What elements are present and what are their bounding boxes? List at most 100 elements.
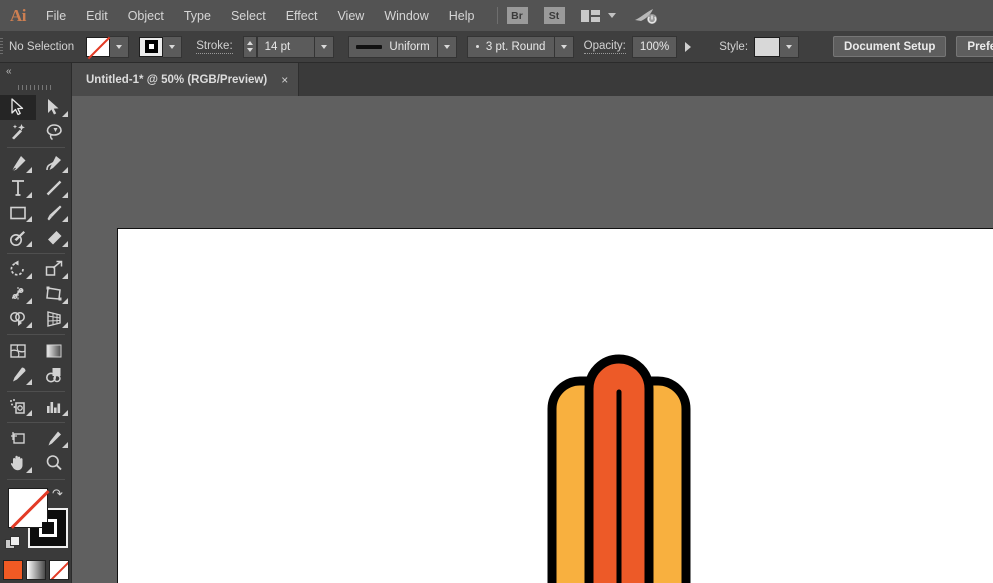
style-dropdown[interactable] [780,36,799,58]
stroke-profile-control: Uniform [348,36,457,58]
scale-tool[interactable] [36,257,72,282]
stock-rocket-icon[interactable] [634,7,658,25]
eraser-tool[interactable] [36,225,72,250]
control-bar: No Selection Stroke: 14 pt Uniform [0,31,993,63]
chevron-down-icon [608,13,616,18]
hot-dog-illustration[interactable] [544,354,694,583]
menu-edit[interactable]: Edit [76,0,118,31]
toolbar-divider-3 [7,334,65,335]
lasso-tool[interactable] [36,120,72,145]
fill-control [86,36,129,58]
preferences-button[interactable]: Preferences [956,36,993,57]
width-tool[interactable] [0,282,36,307]
eyedropper-tool[interactable] [0,363,36,388]
menu-window[interactable]: Window [374,0,438,31]
flyout-indicator-icon [62,298,68,304]
flyout-indicator-icon [62,111,68,117]
selection-status: No Selection [9,41,74,53]
tool-group-symbols [0,395,72,420]
double-chevron-left-icon-toolbar: « [6,66,10,77]
shaper-tool[interactable] [0,225,36,250]
stroke-profile-dropdown[interactable] [438,36,457,58]
zoom-tool[interactable] [36,451,72,476]
blend-tool[interactable] [36,363,72,388]
paintbrush-tool[interactable] [36,201,72,226]
rotate-tool[interactable] [0,257,36,282]
menu-object[interactable]: Object [118,0,174,31]
flyout-indicator-icon [62,322,68,328]
curvature-tool[interactable] [36,151,72,176]
stroke-weight-label[interactable]: Stroke: [196,40,232,54]
menu-view[interactable]: View [327,0,374,31]
flyout-indicator-icon [26,241,32,247]
menu-help[interactable]: Help [439,0,485,31]
brush-definition-label: 3 pt. Round [486,41,545,53]
stroke-weight-input[interactable]: 14 pt [257,36,315,58]
bridge-button[interactable]: Br [507,7,528,24]
paint-mode-row [0,560,71,580]
menu-type[interactable]: Type [174,0,221,31]
menu-file[interactable]: File [36,0,76,31]
flyout-indicator-icon [26,467,32,473]
menu-effect[interactable]: Effect [276,0,328,31]
line-segment-tool[interactable] [36,176,72,201]
artboard[interactable] [117,228,993,583]
swap-fill-stroke-icon[interactable]: ↷ [52,486,68,502]
brush-definition-select[interactable]: 3 pt. Round [467,36,555,58]
control-bar-grip[interactable] [0,31,3,63]
gradient-mode-button[interactable] [26,560,46,580]
brush-definition-dropdown[interactable] [555,36,574,58]
document-setup-button[interactable]: Document Setup [833,36,946,57]
graphic-style-control [754,36,799,58]
mesh-tool[interactable] [0,338,36,363]
stroke-profile-select[interactable]: Uniform [348,36,438,58]
stroke-swatch[interactable] [139,37,163,57]
pen-tool[interactable] [0,151,36,176]
illustrator-window: Ai File Edit Object Type Select Effect V… [0,0,993,583]
hand-tool[interactable] [0,451,36,476]
perspective-grid-tool[interactable] [36,307,72,332]
opacity-expand-icon[interactable] [685,42,691,52]
toolbar-grip[interactable] [0,79,71,95]
flyout-indicator-icon [26,410,32,416]
rectangle-tool[interactable] [0,201,36,226]
opacity-input[interactable]: 100% [632,36,677,58]
symbol-sprayer-tool[interactable] [0,395,36,420]
document-tab-title: Untitled-1* @ 50% (RGB/Preview) [86,74,267,86]
stroke-dropdown[interactable] [163,36,182,58]
artboard-tool[interactable] [0,426,36,451]
opacity-label[interactable]: Opacity: [584,40,626,54]
gradient-tool[interactable] [36,338,72,363]
canvas-area[interactable] [72,96,993,583]
style-label: Style: [719,41,748,53]
shape-builder-tool[interactable] [0,307,36,332]
free-transform-tool[interactable] [36,282,72,307]
arrange-documents-icon[interactable] [581,10,616,22]
toolbar-collapse-button[interactable]: « [0,63,71,79]
style-swatch[interactable] [754,37,780,57]
menu-bar: Ai File Edit Object Type Select Effect V… [0,0,993,31]
flyout-indicator-icon [62,410,68,416]
magic-wand-tool[interactable] [0,120,36,145]
fill-dropdown[interactable] [110,36,129,58]
menu-select[interactable]: Select [221,0,276,31]
stock-button[interactable]: St [544,7,565,24]
type-tool[interactable] [0,176,36,201]
stroke-weight-dropdown[interactable] [315,36,334,58]
selection-tool[interactable] [0,95,36,120]
flyout-indicator-icon [26,322,32,328]
stroke-profile-label: Uniform [389,41,429,53]
slice-tool[interactable] [36,426,72,451]
flyout-indicator-icon [62,167,68,173]
default-fill-stroke-icon[interactable] [5,536,21,552]
close-icon[interactable]: × [281,74,288,86]
stroke-weight-stepper[interactable] [243,36,257,58]
none-mode-button[interactable] [49,560,69,580]
color-mode-button[interactable] [3,560,23,580]
column-graph-tool[interactable] [36,395,72,420]
fill-swatch[interactable] [86,37,110,57]
direct-selection-tool[interactable] [36,95,72,120]
document-tab[interactable]: Untitled-1* @ 50% (RGB/Preview) × [72,63,299,96]
tool-group-selection [0,95,72,144]
tab-bar: « Untitled-1* @ 50% (RGB/Preview) × [0,63,993,96]
